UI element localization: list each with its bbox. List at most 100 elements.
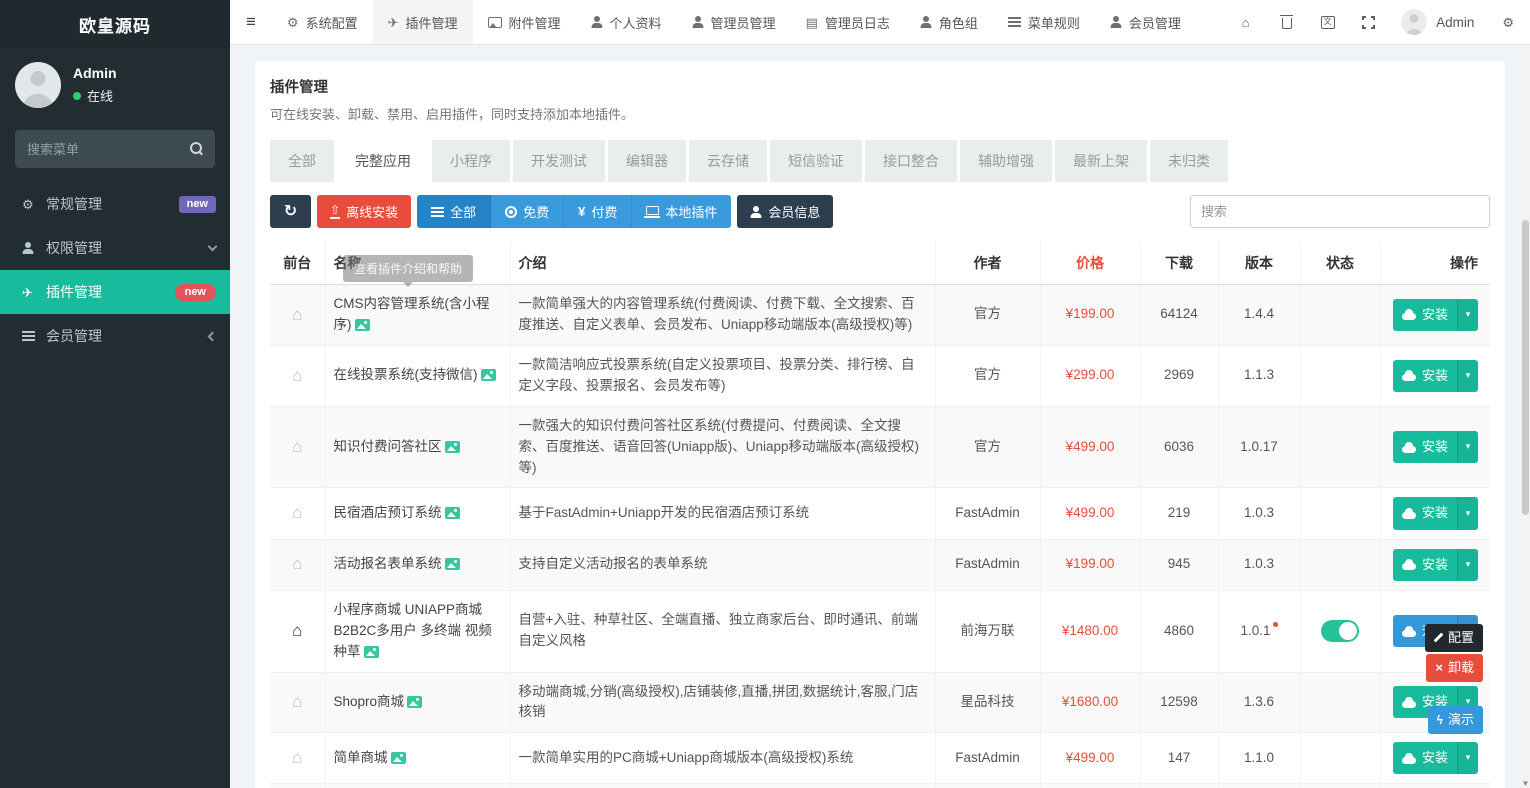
image-icon (355, 319, 370, 331)
member-info-button[interactable]: 会员信息 (737, 195, 833, 228)
plugin-author: 星品科技 (935, 672, 1040, 733)
table-row: ⌂ 民宿酒店预订系统 基于FastAdmin+Uniapp开发的民宿酒店预订系统… (270, 488, 1490, 539)
action-button[interactable]: 安装 ▾ (1393, 742, 1478, 774)
action-button-label: 安装 (1422, 305, 1448, 325)
demo-button[interactable]: ϟ演示 (1428, 706, 1483, 734)
tab-6[interactable]: 短信验证 (770, 140, 862, 182)
nav-item-3[interactable]: 个人资料 (576, 0, 677, 44)
plugin-name-link[interactable]: 活动报名表单系统 (334, 556, 442, 571)
nav-item-2[interactable]: 附件管理 (473, 0, 576, 44)
settings-cogs-button[interactable]: ⚙ (1486, 0, 1530, 44)
nav-item-0[interactable]: ⚙系统配置 (272, 0, 373, 44)
plugin-name-link[interactable]: 民宿酒店预订系统 (334, 505, 442, 520)
configure-button[interactable]: 配置 (1425, 624, 1483, 652)
filter-button-2[interactable]: ¥付费 (564, 195, 632, 228)
action-dropdown-toggle[interactable]: ▾ (1457, 360, 1478, 392)
action-button[interactable]: 安装 ▾ (1393, 299, 1478, 331)
nav-item-7[interactable]: 菜单规则 (993, 0, 1095, 44)
sidebar-item-3[interactable]: 会员管理 (0, 314, 230, 358)
scrollbar-thumb[interactable] (1522, 220, 1529, 515)
action-dropdown-toggle[interactable]: ▾ (1457, 742, 1478, 774)
table-row: ⌂ Shopro商城 移动端商城,分销(高级授权),店铺装修,直播,拼团,数据统… (270, 672, 1490, 733)
status-toggle[interactable] (1321, 620, 1359, 642)
bolt-icon: ϟ (1437, 714, 1443, 726)
plugin-downloads: 6036 (1140, 406, 1218, 488)
nav-item-1[interactable]: ✈插件管理 (373, 0, 473, 44)
filter-button-0[interactable]: 全部 (417, 195, 491, 228)
fullscreen-button[interactable] (1348, 0, 1389, 44)
filter-button-3[interactable]: 本地插件 (632, 195, 731, 228)
tab-10[interactable]: 未归类 (1150, 140, 1228, 182)
tab-9[interactable]: 最新上架 (1055, 140, 1147, 182)
home-icon: ⌂ (1242, 16, 1250, 29)
bars-icon (22, 331, 35, 341)
nav-item-4[interactable]: 管理员管理 (677, 0, 791, 44)
filter-label: 付费 (591, 202, 617, 221)
new-badge: new (179, 196, 216, 213)
sidebar-item-1[interactable]: 权限管理 (0, 226, 230, 270)
nav-item-8[interactable]: 会员管理 (1095, 0, 1196, 44)
sidebar-item-2[interactable]: ✈插件管理new (0, 270, 230, 314)
home-button[interactable]: ⌂ (1225, 0, 1266, 44)
admin-label: Admin (1436, 15, 1474, 30)
menu-toggle-button[interactable]: ≡ (230, 0, 272, 44)
nav-item-6[interactable]: 角色组 (905, 0, 993, 44)
tab-0[interactable]: 全部 (270, 140, 334, 182)
plugin-author: FastAdmin (935, 539, 1040, 590)
action-button[interactable]: 安装 ▾ (1393, 360, 1478, 392)
sidebar-item-label: 常规管理 (46, 194, 102, 214)
tab-8[interactable]: 辅助增强 (960, 140, 1052, 182)
action-button[interactable]: 安装 ▾ (1393, 431, 1478, 463)
sidebar-item-label: 会员管理 (46, 326, 102, 346)
cloud-download-icon (1402, 512, 1416, 519)
plugin-name-link[interactable]: Shopro商城 (334, 694, 405, 709)
tab-5[interactable]: 云存储 (689, 140, 767, 182)
uninstall-button[interactable]: ×卸载 (1426, 654, 1483, 682)
action-dropdown-toggle[interactable]: ▾ (1457, 549, 1478, 581)
tab-2[interactable]: 小程序 (432, 140, 510, 182)
x-icon: × (1435, 661, 1443, 674)
offline-install-button[interactable]: ⇧离线安装 (317, 195, 411, 228)
action-dropdown-toggle[interactable]: ▾ (1457, 497, 1478, 529)
gears-icon: ⚙ (22, 198, 34, 211)
filter-button-1[interactable]: 免费 (491, 195, 564, 228)
language-button[interactable]: 文 (1307, 0, 1348, 44)
tab-4[interactable]: 编辑器 (608, 140, 686, 182)
trash-icon (1282, 18, 1292, 29)
action-menu: ϟ演示 (1428, 706, 1483, 734)
plugin-name-link[interactable]: 小程序商城 UNIAPP商城 B2B2C多用户 多终端 视频种草 (334, 602, 492, 659)
plugin-name-link[interactable]: 简单商城 (334, 750, 388, 765)
action-button[interactable]: 安装 ▾ (1393, 549, 1478, 581)
trash-button[interactable] (1266, 0, 1307, 44)
admin-avatar (1401, 9, 1427, 35)
plugin-intro: 一款简单实用的PC商城+Uniapp商城版本(高级授权)系统 (510, 733, 935, 784)
tab-1[interactable]: 完整应用 (337, 140, 429, 182)
table-row: ⌂ 活动报名表单系统 支持自定义活动报名的表单系统 FastAdmin ¥199… (270, 539, 1490, 590)
refresh-button[interactable]: ↻ (270, 195, 311, 228)
tab-7[interactable]: 接口整合 (865, 140, 957, 182)
scrollbar-down-arrow[interactable]: ▼ (1521, 779, 1530, 788)
filter-button-group: 全部免费¥付费本地插件 (417, 195, 731, 228)
nav-item-5[interactable]: ▤管理员日志 (791, 0, 905, 44)
action-dropdown-toggle[interactable]: ▾ (1457, 431, 1478, 463)
sidebar-item-0[interactable]: ⚙ 常规管理 new (0, 182, 230, 226)
app-logo: 欧皇源码 (0, 0, 230, 48)
nav-item-label: 会员管理 (1129, 13, 1181, 32)
sidebar-search-input[interactable] (15, 130, 215, 168)
action-button-label: 安装 (1422, 555, 1448, 575)
plugin-name-link[interactable]: 知识付费问答社区 (334, 439, 442, 454)
action-dropdown-toggle[interactable]: ▾ (1457, 299, 1478, 331)
tab-3[interactable]: 开发测试 (513, 140, 605, 182)
table-search-input[interactable] (1190, 195, 1490, 228)
navbar-admin-button[interactable]: Admin (1389, 0, 1486, 44)
nav-item-label: 管理员日志 (825, 13, 890, 32)
bars-icon (1008, 17, 1021, 27)
home-icon: ⌂ (292, 554, 302, 573)
upload-icon: ⇧ (330, 204, 340, 219)
cogs-icon: ⚙ (1502, 16, 1514, 29)
table-row: ⌂ 社区团购系统 基于ThinkPHP+FastAdmin开发的社区团购系统 星… (270, 784, 1490, 788)
plugin-name-link[interactable]: 在线投票系统(支持微信) (334, 367, 478, 382)
sidebar-menu: ⚙ 常规管理 new 权限管理✈插件管理new 会员管理 (0, 182, 230, 358)
action-button[interactable]: 安装 ▾ (1393, 497, 1478, 529)
scrollbar[interactable]: ▼ (1521, 45, 1530, 788)
